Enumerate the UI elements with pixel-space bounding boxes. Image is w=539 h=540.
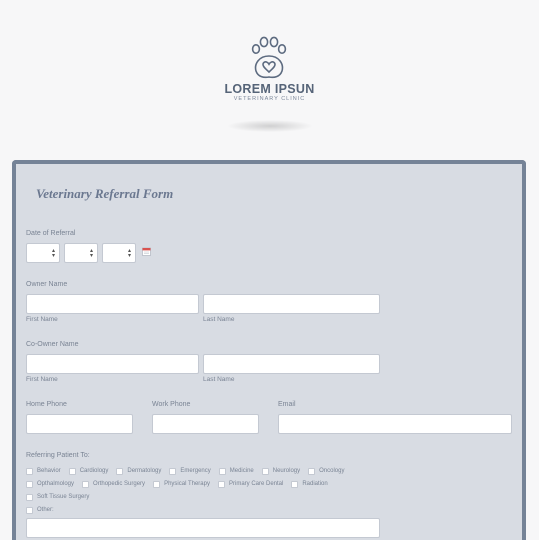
checkbox-emergency[interactable]: Emergency <box>169 467 211 475</box>
chevron-updown-icon: ▴ ▾ <box>89 248 93 259</box>
brand-name: LOREM IPSUN <box>224 82 315 96</box>
owner-first-name-sublabel: First Name <box>26 316 58 323</box>
chevron-updown-icon: ▴ ▾ <box>127 248 131 259</box>
referring-patient-label: Referring Patient To: <box>26 452 90 459</box>
checkbox-label: Neurology <box>272 468 301 474</box>
home-phone-input[interactable] <box>26 414 133 434</box>
specialty-row-1: Behavior Cardiology Dermatology Emergenc… <box>26 466 352 476</box>
checkbox-box[interactable] <box>217 480 225 488</box>
checkbox-label: Dermatology <box>127 468 162 474</box>
co-owner-last-name-input[interactable] <box>203 354 380 374</box>
checkbox-label: Oncology <box>319 468 345 474</box>
checkbox-label: Emergency <box>180 468 211 474</box>
home-phone-label: Home Phone <box>26 401 67 408</box>
co-owner-last-name-sublabel: Last Name <box>203 376 235 383</box>
co-owner-name-label: Co-Owner Name <box>26 341 79 348</box>
other-specialty-input[interactable] <box>26 518 380 538</box>
date-of-referral-label: Date of Referral <box>26 230 76 237</box>
checkbox-box[interactable] <box>218 467 226 475</box>
month-select[interactable]: ▴ ▾ <box>26 243 60 263</box>
checkbox-box[interactable] <box>82 480 90 488</box>
owner-first-name-input[interactable] <box>26 294 199 314</box>
checkbox-neurology[interactable]: Neurology <box>261 467 301 475</box>
owner-last-name-sublabel: Last Name <box>203 316 235 323</box>
checkbox-label: Physical Therapy <box>164 481 210 487</box>
checkbox-box[interactable] <box>26 467 33 475</box>
year-select[interactable]: ▴ ▾ <box>102 243 136 263</box>
checkbox-box[interactable] <box>26 493 33 501</box>
day-select[interactable]: ▴ ▾ <box>64 243 98 263</box>
paw-heart-icon <box>251 36 287 79</box>
specialty-row-3: Soft Tissue Surgery <box>26 492 97 502</box>
checkbox-medicine[interactable]: Medicine <box>218 467 254 475</box>
checkbox-oncology[interactable]: Oncology <box>308 467 345 475</box>
checkbox-label: Behavior <box>37 468 61 474</box>
specialty-row-4: Other: <box>26 505 62 515</box>
checkbox-box[interactable] <box>308 467 316 475</box>
checkbox-other[interactable]: Other: <box>26 506 54 514</box>
checkbox-physical-therapy[interactable]: Physical Therapy <box>153 480 210 488</box>
checkbox-orthopedic-surgery[interactable]: Orthopedic Surgery <box>82 480 146 488</box>
checkbox-label: Orthopedic Surgery <box>93 481 146 487</box>
checkbox-behavior[interactable]: Behavior <box>26 467 61 475</box>
co-owner-first-name-input[interactable] <box>26 354 199 374</box>
checkbox-radiation[interactable]: Radiation <box>291 480 328 488</box>
chevron-updown-icon: ▴ ▾ <box>51 248 55 259</box>
logo-shadow <box>228 120 312 132</box>
checkbox-box[interactable] <box>116 467 124 475</box>
calendar-icon[interactable] <box>142 247 151 256</box>
co-owner-first-name-sublabel: First Name <box>26 376 58 383</box>
specialty-row-2: Opthalmology Orthopedic Surgery Physical… <box>26 479 336 489</box>
form-title: Veterinary Referral Form <box>36 186 174 201</box>
checkbox-cardiology[interactable]: Cardiology <box>68 467 109 475</box>
checkbox-label: Radiation <box>302 481 328 487</box>
checkbox-box[interactable] <box>261 467 269 475</box>
checkbox-box[interactable] <box>169 467 177 475</box>
referral-form: Veterinary Referral Form Date of Referra… <box>12 160 526 540</box>
checkbox-opthalmology[interactable]: Opthalmology <box>26 480 75 488</box>
checkbox-soft-tissue-surgery[interactable]: Soft Tissue Surgery <box>26 493 90 501</box>
work-phone-label: Work Phone <box>152 401 191 408</box>
checkbox-box[interactable] <box>153 480 161 488</box>
page-header: LOREM IPSUN VETERINARY CLINIC <box>0 0 539 160</box>
checkbox-label: Primary Care Dental <box>228 481 284 487</box>
checkbox-label: Opthalmology <box>37 481 75 487</box>
checkbox-label: Cardiology <box>79 468 109 474</box>
checkbox-box[interactable] <box>291 480 299 488</box>
checkbox-dermatology[interactable]: Dermatology <box>116 467 162 475</box>
checkbox-label: Other: <box>37 507 54 513</box>
checkbox-label: Medicine <box>229 468 254 474</box>
checkbox-box[interactable] <box>26 506 33 514</box>
email-label: Email <box>278 401 296 408</box>
checkbox-label: Soft Tissue Surgery <box>37 494 90 500</box>
checkbox-box[interactable] <box>68 467 76 475</box>
work-phone-input[interactable] <box>152 414 259 434</box>
email-input[interactable] <box>278 414 512 434</box>
checkbox-primary-care-dental[interactable]: Primary Care Dental <box>217 480 284 488</box>
owner-last-name-input[interactable] <box>203 294 380 314</box>
owner-name-label: Owner Name <box>26 281 68 288</box>
checkbox-box[interactable] <box>26 480 33 488</box>
brand-subtitle: VETERINARY CLINIC <box>233 96 306 102</box>
